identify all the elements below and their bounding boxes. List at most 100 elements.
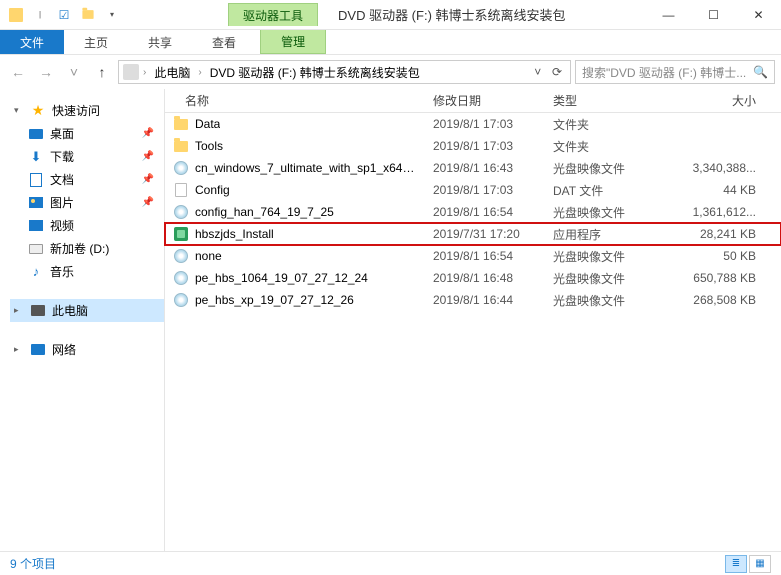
disc-icon (174, 161, 188, 175)
sidebar-pictures[interactable]: 图片📌 (10, 191, 164, 214)
file-row[interactable]: pe_hbs_xp_19_07_27_12_26 2019/8/1 16:44光盘… (165, 289, 781, 311)
file-name: Tools (195, 139, 223, 153)
refresh-icon[interactable]: ⟳ (552, 65, 562, 79)
file-row[interactable]: Data2019/8/1 17:03文件夹 (165, 113, 781, 135)
column-date[interactable]: 修改日期 (425, 89, 545, 112)
folder-icon (174, 119, 188, 130)
breadcrumb-separator: › (141, 67, 148, 78)
sidebar-label: 新加卷 (D:) (50, 240, 109, 257)
sidebar-label: 视频 (50, 217, 74, 234)
pin-icon: 📌 (142, 174, 160, 185)
view-toggle: ≣ ▦ (725, 555, 771, 573)
sidebar-videos[interactable]: 视频 (10, 214, 164, 237)
ribbon-tab-home[interactable]: 主页 (64, 30, 128, 54)
file-name: none (195, 249, 222, 263)
navbar: ← → ˅ ↑ › 此电脑 › DVD 驱动器 (F:) 韩博士系统离线安装包 … (0, 55, 781, 89)
file-row[interactable]: cn_windows_7_ultimate_with_sp1_x64_...20… (165, 157, 781, 179)
picture-icon (29, 197, 43, 208)
breadcrumb-current[interactable]: DVD 驱动器 (F:) 韩博士系统离线安装包 (206, 64, 424, 81)
location-icon (123, 64, 139, 80)
expand-icon[interactable]: ▾ (14, 105, 24, 116)
maximize-button[interactable]: ☐ (691, 0, 736, 30)
file-type: 文件夹 (545, 138, 645, 155)
contextual-tab-drive-tools: 驱动器工具 (228, 3, 318, 26)
sidebar-desktop[interactable]: 桌面📌 (10, 122, 164, 145)
sidebar-label: 下载 (50, 148, 74, 165)
quick-access-toolbar: | ☑ ▾ (0, 5, 128, 25)
file-row[interactable]: hbszjds_Install2019/7/31 17:20应用程序28,241… (165, 223, 781, 245)
sidebar-quick-access[interactable]: ▾ ★ 快速访问 (10, 99, 164, 122)
qat-new-folder[interactable] (78, 5, 98, 25)
app-icon[interactable] (6, 5, 26, 25)
window-title: DVD 驱动器 (F:) 韩博士系统离线安装包 (338, 5, 566, 24)
file-row[interactable]: config_han_764_19_7_252019/8/1 16:54光盘映像… (165, 201, 781, 223)
file-type: 光盘映像文件 (545, 160, 645, 177)
file-date: 2019/8/1 16:44 (425, 293, 545, 307)
ribbon-tab-share[interactable]: 共享 (128, 30, 192, 54)
icons-view-button[interactable]: ▦ (749, 555, 771, 573)
pin-icon: 📌 (142, 151, 160, 162)
breadcrumb-this-pc[interactable]: 此电脑 (150, 64, 194, 81)
file-row[interactable]: Config2019/8/1 17:03DAT 文件44 KB (165, 179, 781, 201)
sidebar-downloads[interactable]: ⬇下载📌 (10, 145, 164, 168)
file-date: 2019/8/1 16:43 (425, 161, 545, 175)
back-button[interactable]: ← (6, 60, 30, 84)
titlebar: | ☑ ▾ 驱动器工具 DVD 驱动器 (F:) 韩博士系统离线安装包 — ☐ … (0, 0, 781, 30)
column-size[interactable]: 大小 (645, 89, 781, 112)
sidebar-this-pc[interactable]: ▸ 此电脑 (10, 299, 164, 322)
close-button[interactable]: ✕ (736, 0, 781, 30)
file-name: Data (195, 117, 220, 131)
recent-locations-button[interactable]: ˅ (62, 60, 86, 84)
search-icon[interactable]: 🔍 (753, 65, 768, 79)
file-size: 50 KB (645, 249, 781, 263)
column-name[interactable]: 名称 (165, 89, 425, 112)
address-dropdown[interactable]: ˅ ⟳ (534, 65, 566, 79)
pc-icon (31, 305, 45, 316)
file-size: 44 KB (645, 183, 781, 197)
file-size: 650,788 KB (645, 271, 781, 285)
expand-icon[interactable]: ▸ (14, 305, 24, 316)
file-date: 2019/8/1 17:03 (425, 139, 545, 153)
sidebar-label: 快速访问 (52, 102, 100, 119)
details-view-button[interactable]: ≣ (725, 555, 747, 573)
network-icon (31, 344, 45, 355)
file-name: Config (195, 183, 230, 197)
status-bar: 9 个项目 ≣ ▦ (0, 551, 781, 575)
file-size: 1,361,612... (645, 205, 781, 219)
file-type: 应用程序 (545, 226, 645, 243)
sidebar-new-volume-d[interactable]: 新加卷 (D:) (10, 237, 164, 260)
file-row[interactable]: none2019/8/1 16:54光盘映像文件50 KB (165, 245, 781, 267)
ribbon-tab-view[interactable]: 查看 (192, 30, 256, 54)
ribbon-tab-file[interactable]: 文件 (0, 30, 64, 54)
file-type: 光盘映像文件 (545, 270, 645, 287)
qat-properties[interactable]: ☑ (54, 5, 74, 25)
file-icon (175, 183, 187, 197)
disc-icon (174, 271, 188, 285)
ribbon-tab-manage[interactable]: 管理 (260, 30, 326, 54)
sidebar-music[interactable]: ♪音乐 (10, 260, 164, 283)
desktop-icon (29, 129, 43, 139)
sidebar-network[interactable]: ▸ 网络 (10, 338, 164, 361)
file-size: 268,508 KB (645, 293, 781, 307)
file-type: 光盘映像文件 (545, 204, 645, 221)
address-bar[interactable]: › 此电脑 › DVD 驱动器 (F:) 韩博士系统离线安装包 ˅ ⟳ (118, 60, 571, 84)
expand-icon[interactable]: ▸ (14, 344, 24, 355)
file-row[interactable]: pe_hbs_1064_19_07_27_12_242019/8/1 16:48… (165, 267, 781, 289)
forward-button[interactable]: → (34, 60, 58, 84)
video-icon (29, 220, 43, 231)
file-row[interactable]: Tools 2019/8/1 17:03文件夹 (165, 135, 781, 157)
file-name: pe_hbs_1064_19_07_27_12_24 (195, 271, 368, 285)
column-type[interactable]: 类型 (545, 89, 645, 112)
sidebar-label: 图片 (50, 194, 74, 211)
qat-customize[interactable]: ▾ (102, 5, 122, 25)
file-date: 2019/7/31 17:20 (425, 227, 545, 241)
minimize-button[interactable]: — (646, 0, 691, 30)
breadcrumb-separator: › (196, 67, 203, 78)
star-icon: ★ (30, 103, 46, 119)
file-type: 光盘映像文件 (545, 292, 645, 309)
search-box[interactable]: 搜索"DVD 驱动器 (F:) 韩博士... 🔍 (575, 60, 775, 84)
file-name: pe_hbs_xp_19_07_27_12_26 (195, 293, 354, 307)
file-size: 28,241 KB (645, 227, 781, 241)
up-button[interactable]: ↑ (90, 60, 114, 84)
sidebar-documents[interactable]: 文档📌 (10, 168, 164, 191)
